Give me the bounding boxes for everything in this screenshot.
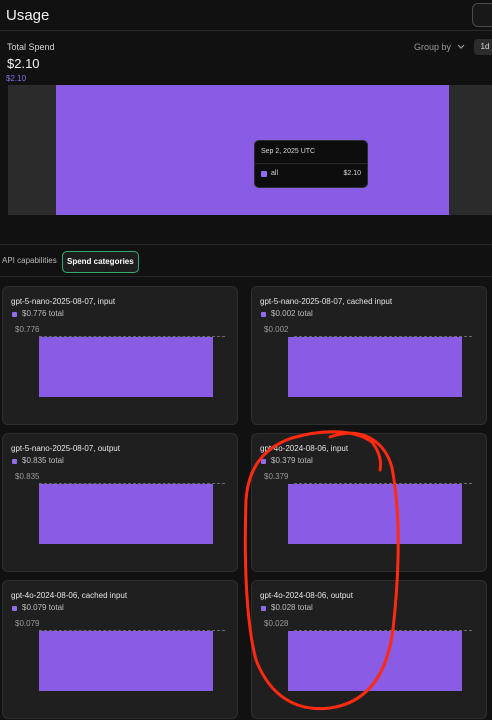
chart-tooltip: Sep 2, 2025 UTC all $2.10 (254, 140, 368, 188)
card-axis-label: $0.079 (15, 619, 40, 628)
category-card[interactable]: gpt-5-nano-2025-08-07, output $0.835 tot… (2, 433, 238, 572)
tabs-divider-top (0, 244, 492, 245)
card-total: $0.002 total (271, 309, 313, 318)
chart-axis-max-label: $2.10 (6, 74, 27, 83)
card-bar[interactable] (288, 337, 462, 397)
card-bar[interactable] (39, 631, 213, 691)
card-bar[interactable] (39, 337, 213, 397)
card-swatch (261, 606, 266, 611)
card-title: gpt-4o-2024-08-06, input (260, 444, 349, 453)
tab-spend-categories[interactable]: Spend categories (62, 251, 139, 273)
card-swatch (12, 312, 17, 317)
card-bar[interactable] (288, 484, 462, 544)
card-title: gpt-5-nano-2025-08-07, input (11, 297, 116, 306)
card-bar[interactable] (39, 484, 213, 544)
card-swatch (12, 459, 17, 464)
chart-left-band (8, 85, 56, 215)
card-axis-label: $0.379 (264, 472, 289, 481)
card-title: gpt-5-nano-2025-08-07, cached input (260, 297, 393, 306)
card-title: gpt-5-nano-2025-08-07, output (11, 444, 120, 453)
card-swatch (12, 606, 17, 611)
period-selector-button[interactable]: 1d (474, 39, 492, 55)
card-total: $0.776 total (22, 309, 64, 318)
card-total: $0.379 total (271, 456, 313, 465)
chevron-down-icon (457, 44, 464, 49)
total-spend-value: $2.10 (7, 56, 40, 71)
tooltip-series-swatch (261, 171, 267, 177)
card-total: $0.028 total (271, 603, 313, 612)
header-corner-button[interactable] (472, 3, 492, 27)
card-bar[interactable] (288, 631, 462, 691)
card-axis-label: $0.002 (264, 325, 289, 334)
category-card[interactable]: gpt-5-nano-2025-08-07, cached input $0.0… (251, 286, 487, 425)
total-spend-label: Total Spend (7, 42, 55, 52)
tab-api-capabilities[interactable]: API capabilities (2, 251, 57, 271)
card-axis-label: $0.835 (15, 472, 40, 481)
group-by-dropdown[interactable]: Group by (414, 42, 465, 52)
card-title: gpt-4o-2024-08-06, cached input (11, 591, 128, 600)
tooltip-series-name: all (271, 170, 279, 177)
category-card[interactable]: gpt-4o-2024-08-06, cached input $0.079 t… (2, 580, 238, 719)
card-total: $0.835 total (22, 456, 64, 465)
card-total: $0.079 total (22, 603, 64, 612)
tooltip-series-value: $2.10 (343, 170, 361, 177)
page-title: Usage (6, 7, 50, 24)
card-title: gpt-4o-2024-08-06, output (260, 591, 353, 600)
category-card[interactable]: gpt-5-nano-2025-08-07, input $0.776 tota… (2, 286, 238, 425)
group-by-label: Group by (414, 42, 452, 52)
card-swatch (261, 312, 266, 317)
chart-bar-all[interactable] (56, 85, 449, 215)
app-header: Usage (0, 0, 492, 31)
chart-right-band (449, 85, 492, 215)
card-axis-label: $0.776 (15, 325, 40, 334)
category-card[interactable]: gpt-4o-2024-08-06, input $0.379 total $0… (251, 433, 487, 572)
category-card[interactable]: gpt-4o-2024-08-06, output $0.028 total $… (251, 580, 487, 719)
tooltip-divider (255, 163, 367, 164)
spend-chart (8, 85, 492, 215)
tooltip-date: Sep 2, 2025 UTC (261, 148, 316, 155)
card-axis-label: $0.028 (264, 619, 289, 628)
tabs-divider-bottom (0, 276, 492, 277)
card-swatch (261, 459, 266, 464)
